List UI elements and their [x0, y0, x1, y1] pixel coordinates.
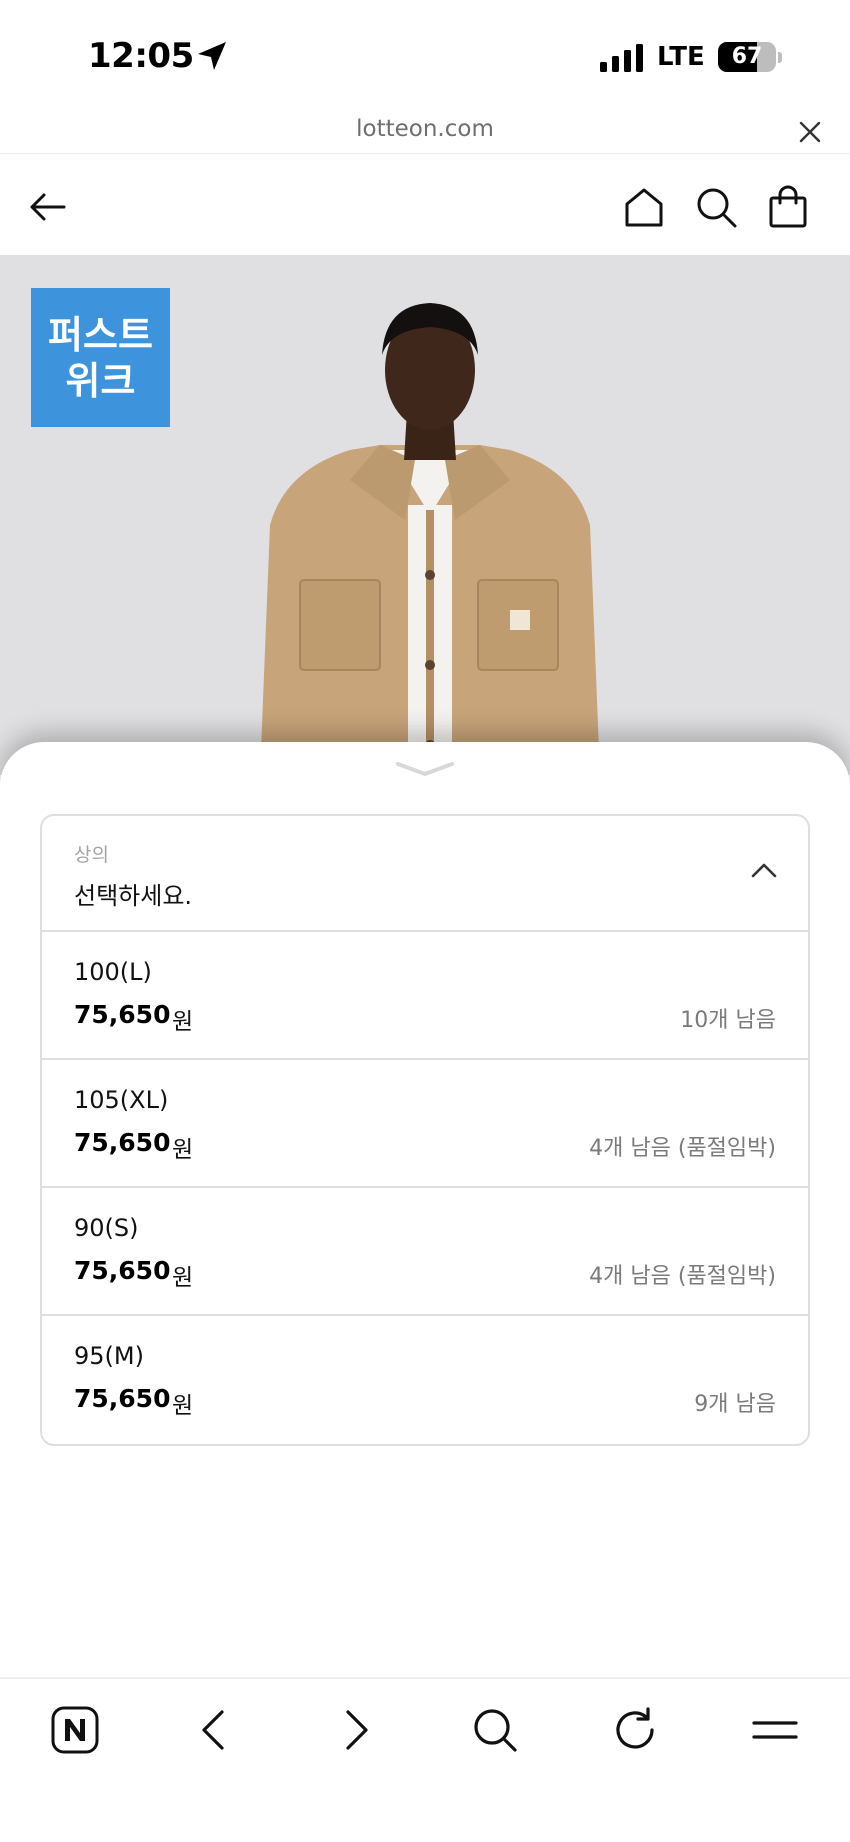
shopping-bag-icon[interactable]: [764, 183, 812, 231]
option-item[interactable]: 95(M) 75,650 원 9개 남음: [42, 1316, 808, 1444]
model-photo: [260, 303, 600, 775]
status-bar: 12:05 LTE 67: [0, 0, 850, 110]
back-icon[interactable]: [188, 1703, 242, 1757]
option-item[interactable]: 100(L) 75,650 원 10개 남음: [42, 932, 808, 1060]
location-arrow-icon: [198, 42, 226, 70]
naver-n-icon[interactable]: [48, 1703, 102, 1757]
home-icon[interactable]: [620, 183, 668, 231]
search-icon[interactable]: [692, 183, 740, 231]
browser-url-bar: lotteon.com: [0, 110, 850, 154]
network-type: LTE: [657, 42, 705, 72]
back-arrow-icon[interactable]: [24, 183, 72, 231]
option-size: 90(S): [74, 1214, 139, 1242]
option-select-placeholder: 선택하세요.: [74, 882, 193, 910]
option-item[interactable]: 90(S) 75,650 원 4개 남음 (품절임박): [42, 1188, 808, 1316]
option-price: 75,650: [74, 1000, 171, 1029]
url-text[interactable]: lotteon.com: [0, 116, 850, 142]
option-bottom-sheet: 상의 선택하세요. 100(L) 75,650 원 10개 남음 105(XL)…: [0, 742, 850, 1677]
battery-level: 67: [731, 44, 763, 69]
option-currency: 원: [172, 1009, 194, 1035]
menu-icon[interactable]: [748, 1703, 802, 1757]
refresh-icon[interactable]: [608, 1703, 662, 1757]
option-price: 75,650: [74, 1128, 171, 1157]
close-icon[interactable]: [796, 118, 824, 146]
option-select-header[interactable]: 상의 선택하세요.: [42, 816, 808, 932]
option-category-label: 상의: [74, 844, 109, 866]
search-icon[interactable]: [468, 1703, 522, 1757]
option-currency: 원: [172, 1393, 194, 1419]
option-size: 100(L): [74, 958, 152, 986]
option-item[interactable]: 105(XL) 75,650 원 4개 남음 (품절임박): [42, 1060, 808, 1188]
chevron-up-icon[interactable]: [750, 860, 778, 880]
option-currency: 원: [172, 1265, 194, 1291]
option-stock: 10개 남음: [680, 1008, 776, 1033]
badge-line-1: 퍼스트: [48, 312, 153, 357]
product-image: 퍼스트 위크: [0, 255, 850, 775]
battery-icon: 67: [718, 42, 776, 72]
badge-line-2: 위크: [65, 358, 136, 403]
option-size: 105(XL): [74, 1086, 169, 1114]
option-price: 75,650: [74, 1384, 171, 1413]
site-header: [0, 155, 850, 255]
sheet-collapse-chevron-icon[interactable]: [394, 758, 456, 778]
option-stock: 4개 남음 (품절임박): [589, 1264, 776, 1289]
first-week-badge: 퍼스트 위크: [31, 288, 170, 427]
cellular-signal-icon: [600, 44, 643, 72]
option-price: 75,650: [74, 1256, 171, 1285]
option-currency: 원: [172, 1137, 194, 1163]
status-time: 12:05: [88, 36, 194, 76]
option-stock: 4개 남음 (품절임박): [589, 1136, 776, 1161]
option-size: 95(M): [74, 1342, 144, 1370]
browser-toolbar: [0, 1677, 850, 1842]
battery-tip: [778, 52, 782, 63]
option-stock: 9개 남음: [694, 1392, 776, 1417]
option-select-list: 상의 선택하세요. 100(L) 75,650 원 10개 남음 105(XL)…: [40, 814, 810, 1446]
forward-icon[interactable]: [328, 1703, 382, 1757]
